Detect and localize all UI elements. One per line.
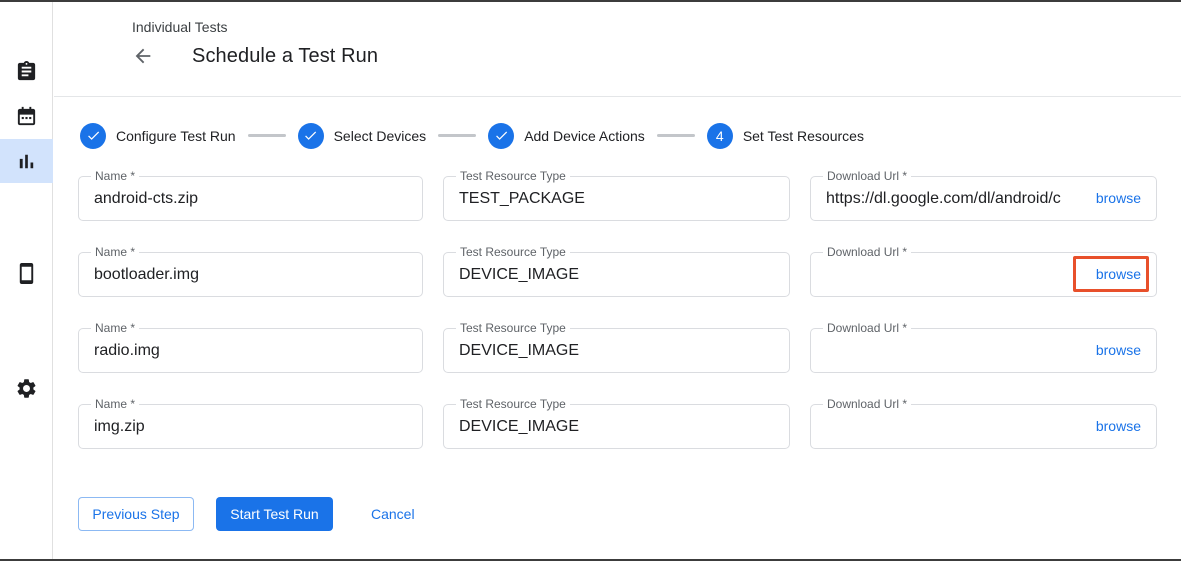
- resource-type-value: DEVICE_IMAGE: [459, 329, 579, 372]
- step-number-badge: 4: [707, 123, 733, 149]
- step-complete-check-icon: [80, 123, 106, 149]
- sidebar-item-test-runs[interactable]: [0, 139, 53, 183]
- step-configure-test-run[interactable]: Configure Test Run: [80, 123, 236, 149]
- smartphone-icon: [15, 262, 38, 285]
- breadcrumb: Individual Tests: [132, 19, 227, 35]
- step-label: Select Devices: [334, 128, 427, 144]
- gear-icon: [15, 377, 38, 400]
- download-url-label: Download Url *: [823, 321, 911, 335]
- download-url-label: Download Url *: [823, 245, 911, 259]
- stepper: Configure Test Run Select Devices Add De…: [80, 122, 864, 149]
- step-connector: [657, 134, 695, 137]
- action-bar: Previous Step Start Test Run Cancel: [78, 497, 417, 531]
- browse-link[interactable]: browse: [1096, 177, 1141, 220]
- back-button[interactable]: [132, 45, 156, 69]
- test-resources-form: Name * android-cts.zip Test Resource Typ…: [78, 176, 1157, 480]
- name-field[interactable]: Name * android-cts.zip: [78, 176, 423, 221]
- resource-type-field[interactable]: Test Resource Type DEVICE_IMAGE: [443, 404, 790, 449]
- download-url-label: Download Url *: [823, 397, 911, 411]
- test-resource-row: Name * android-cts.zip Test Resource Typ…: [78, 176, 1157, 221]
- calendar-icon: [15, 105, 38, 128]
- page-title: Schedule a Test Run: [192, 45, 378, 68]
- step-connector: [248, 134, 286, 137]
- resource-type-value: DEVICE_IMAGE: [459, 253, 579, 296]
- step-complete-check-icon: [488, 123, 514, 149]
- sidebar-item-tests[interactable]: [0, 49, 53, 93]
- test-resource-row: Name * img.zip Test Resource Type DEVICE…: [78, 404, 1157, 449]
- resource-type-value: DEVICE_IMAGE: [459, 405, 579, 448]
- resource-type-field[interactable]: Test Resource Type DEVICE_IMAGE: [443, 328, 790, 373]
- step-connector: [438, 134, 476, 137]
- name-field[interactable]: Name * radio.img: [78, 328, 423, 373]
- sidebar-item-test-plans[interactable]: [0, 94, 53, 138]
- test-resource-row: Name * bootloader.img Test Resource Type…: [78, 252, 1157, 297]
- step-label: Configure Test Run: [116, 128, 236, 144]
- cancel-button[interactable]: Cancel: [369, 497, 417, 531]
- name-field-value: android-cts.zip: [94, 177, 198, 220]
- name-field-value: img.zip: [94, 405, 145, 448]
- name-field-value: radio.img: [94, 329, 160, 372]
- assignment-icon: [15, 60, 38, 83]
- bar-chart-icon: [15, 150, 38, 173]
- browse-link[interactable]: browse: [1096, 253, 1141, 296]
- step-set-test-resources[interactable]: 4 Set Test Resources: [707, 123, 864, 149]
- download-url-field[interactable]: Download Url * browse: [810, 404, 1157, 449]
- resource-type-field[interactable]: Test Resource Type TEST_PACKAGE: [443, 176, 790, 221]
- previous-step-button[interactable]: Previous Step: [78, 497, 194, 531]
- sidebar-item-settings[interactable]: [0, 366, 53, 410]
- page-header: Individual Tests Schedule a Test Run: [54, 0, 1181, 97]
- download-url-field[interactable]: Download Url * browse: [810, 252, 1157, 297]
- step-complete-check-icon: [298, 123, 324, 149]
- name-field[interactable]: Name * bootloader.img: [78, 252, 423, 297]
- download-url-field[interactable]: Download Url * browse: [810, 328, 1157, 373]
- download-url-value: https://dl.google.com/dl/android/c: [826, 177, 1068, 220]
- sidebar: [0, 0, 53, 561]
- window-top-border: [0, 0, 1181, 2]
- start-test-run-button[interactable]: Start Test Run: [216, 497, 333, 531]
- sidebar-item-devices[interactable]: [0, 251, 53, 295]
- name-field-value: bootloader.img: [94, 253, 199, 296]
- step-label: Add Device Actions: [524, 128, 645, 144]
- step-add-device-actions[interactable]: Add Device Actions: [488, 123, 645, 149]
- arrow-back-icon: [132, 45, 154, 67]
- test-resource-row: Name * radio.img Test Resource Type DEVI…: [78, 328, 1157, 373]
- browse-link[interactable]: browse: [1096, 329, 1141, 372]
- download-url-field[interactable]: Download Url * https://dl.google.com/dl/…: [810, 176, 1157, 221]
- name-field[interactable]: Name * img.zip: [78, 404, 423, 449]
- step-label: Set Test Resources: [743, 128, 864, 144]
- step-select-devices[interactable]: Select Devices: [298, 123, 427, 149]
- resource-type-field[interactable]: Test Resource Type DEVICE_IMAGE: [443, 252, 790, 297]
- resource-type-value: TEST_PACKAGE: [459, 177, 585, 220]
- browse-link[interactable]: browse: [1096, 405, 1141, 448]
